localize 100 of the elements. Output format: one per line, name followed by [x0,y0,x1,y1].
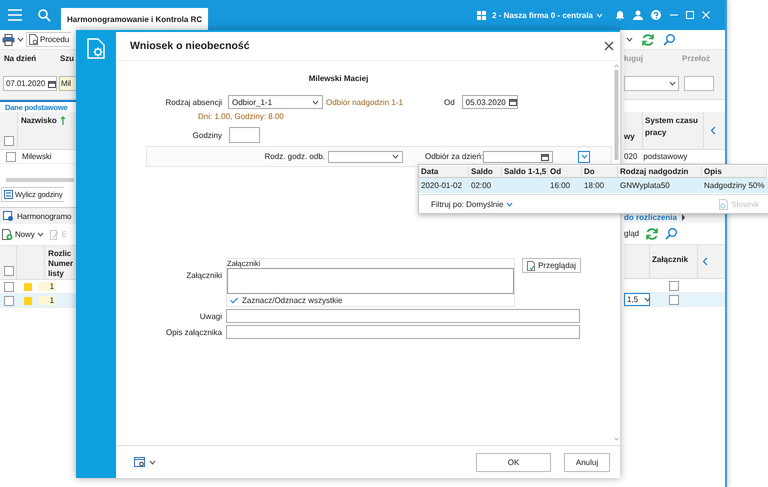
column-header[interactable]: Nazwisko [21,116,57,125]
dropdown-button[interactable] [578,150,590,162]
field-label: Odbiór za dzień: [425,152,483,161]
scrollbar[interactable] [6,177,74,183]
calculator-icon [4,190,13,198]
checkbox[interactable] [4,296,14,306]
help-icon[interactable] [651,10,661,20]
column-header[interactable]: Do [582,166,618,178]
search-field[interactable]: Mil [59,76,76,91]
column-header[interactable]: System czasu pracy [645,115,701,139]
column-header[interactable]: Załącznik [652,255,688,264]
table-cell: podstawowy [643,152,688,161]
caret-icon [581,154,588,159]
select-all-checkbox[interactable] [4,136,14,146]
input-field[interactable] [684,76,714,91]
window-gear-icon[interactable] [134,456,146,468]
scroll-right-icon[interactable] [680,214,686,221]
table-cell-text: Nadgodziny 50% [703,181,766,190]
caret-icon[interactable] [149,460,156,464]
caret-icon[interactable] [626,37,633,42]
absence-type-dropdown[interactable]: Odbior_1-1 [228,95,323,109]
field-label: Rodz. godz. odb. [264,152,325,161]
filter-link[interactable]: Filtruj po: Domyślnie [431,200,514,209]
caret-icon [312,100,319,104]
table-cell-text: 16:00 [549,181,572,190]
date-field[interactable]: 07.01.2020 [3,76,57,91]
user-icon[interactable] [633,10,643,20]
rate-dropdown[interactable]: 1,5 [624,293,650,306]
column-header[interactable]: Numer [48,259,73,269]
refresh-icon[interactable] [645,226,660,240]
dropdown-field[interactable] [624,76,679,91]
filter-label: ługuj [624,54,644,63]
hours-field[interactable] [229,127,260,143]
zoom-icon[interactable] [663,33,676,46]
filter-label: Szu [60,54,74,63]
cancel-button[interactable]: Anuluj [564,452,610,472]
column-header[interactable]: Saldo [469,166,502,178]
checkbox-label[interactable]: Zaznacz/Odznacz wszystkie [242,296,342,304]
summary-text: Dni: 1.00, Godziny: 8.00 [198,112,285,122]
apps-icon[interactable] [477,10,486,20]
caret-icon [669,81,676,86]
close-icon[interactable] [604,41,614,51]
zoom-icon[interactable] [665,227,678,240]
date-field[interactable]: 05.03.2020 [462,95,518,109]
preview-button[interactable]: gląd [624,229,640,238]
attachment-list[interactable] [227,268,514,294]
select-all-checkbox[interactable] [4,266,14,276]
field-label: Uwagi [198,312,222,320]
table-cell-text: 02:00 [470,181,492,190]
browse-button[interactable]: Przeglądaj [522,258,581,273]
table-cell: Milewski [22,152,52,161]
field-label: Załączniki [185,271,222,280]
new-button[interactable]: Nowy [2,229,35,240]
column-header[interactable]: Rozlic [48,249,73,259]
tab[interactable]: Harmonogramowanie i Kontrola RC [61,8,208,30]
table-row[interactable]: 1 [0,294,76,308]
printer-icon[interactable] [2,34,15,46]
scroll-left-icon[interactable] [702,257,708,266]
ok-button[interactable]: OK [476,452,551,472]
calendar-icon[interactable] [48,80,56,88]
maximize-icon[interactable] [685,10,695,20]
menu-icon[interactable] [8,9,22,21]
pickup-date-field[interactable] [483,150,553,162]
column-header[interactable]: Saldo 1-1,5 [502,166,548,178]
table-cell: 020 [624,152,638,161]
column-header[interactable]: Od [548,166,582,178]
column-header[interactable]: Opis [702,166,767,178]
scroll-left-icon[interactable] [710,126,716,135]
caret-icon[interactable] [17,37,24,42]
document-gear-icon [29,34,38,45]
notes-field[interactable] [226,309,580,323]
search-icon[interactable] [38,8,51,22]
absence-description: Odbiór nadgodzin 1-1 [326,98,404,106]
field-label: Od [444,98,455,106]
checkbox[interactable] [4,282,14,292]
search-document-icon [719,199,730,210]
caret-icon [644,297,652,302]
attachment-description-field[interactable] [226,325,580,339]
overtime-type-dropdown[interactable] [328,150,403,162]
column-header[interactable]: Rodzaj nadgodzin [618,166,702,178]
column-header[interactable]: listy [48,269,73,279]
column-header[interactable]: Data [419,166,469,178]
filter-label: Przełoż [682,54,710,63]
refresh-icon[interactable] [641,32,655,46]
procedure-button[interactable]: Procedu [26,32,72,47]
caret-icon [506,202,514,207]
column-header[interactable]: wy [624,132,635,141]
checkbox[interactable] [669,280,679,290]
bell-icon[interactable] [615,10,625,20]
table-row[interactable]: 2020-01-02 02:00 16:00 18:00 GNWyplata50 Nadgodziny 50% [419,178,768,193]
checkbox[interactable] [6,152,16,162]
section-title: Harmonogramo [17,212,72,220]
checkbox[interactable] [669,294,679,304]
document-check-icon [527,260,536,270]
pencil-icon [50,230,60,240]
caret-icon[interactable] [36,232,44,237]
calendar-icon[interactable] [541,152,549,160]
calendar-icon[interactable] [508,98,517,106]
table-cell-text: GNWyplata50 [619,181,671,190]
sort-arrow-icon[interactable] [60,116,66,125]
